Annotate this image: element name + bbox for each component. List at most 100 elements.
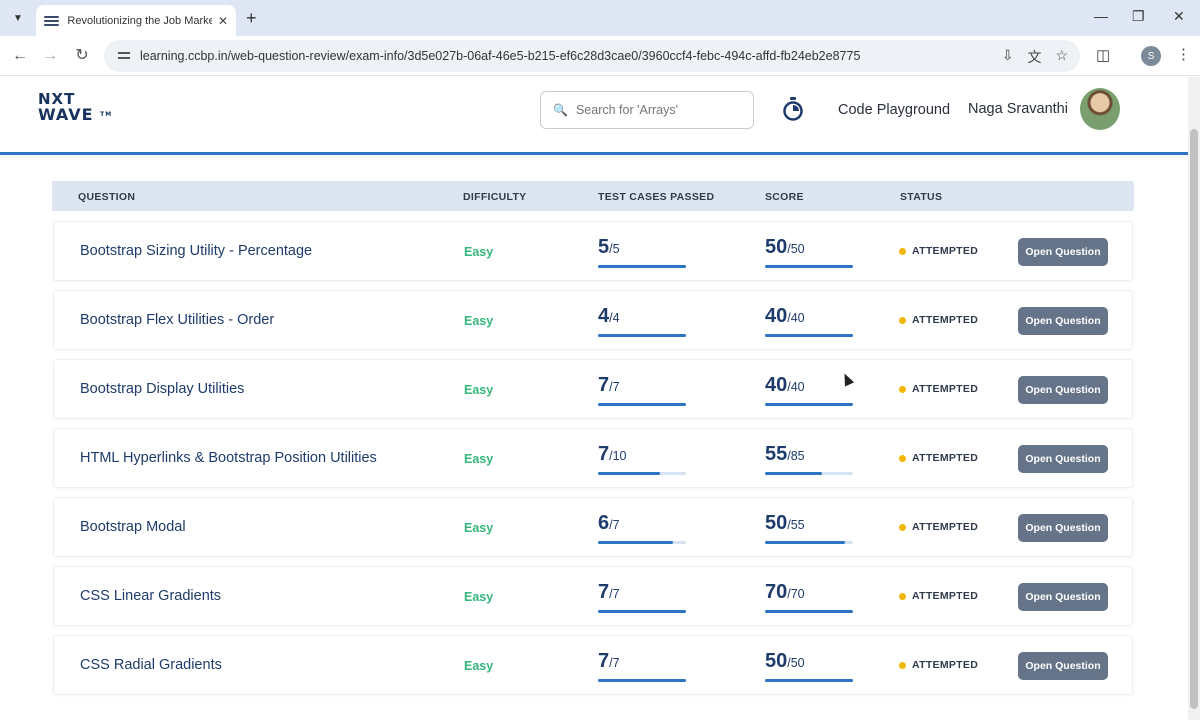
open-question-button[interactable]: Open Question <box>1018 652 1108 680</box>
status-dot-icon <box>899 523 906 531</box>
test-cases-metric: 7/7 <box>598 581 686 613</box>
search-box[interactable]: 🔍 <box>540 91 754 129</box>
bookmark-star-icon[interactable]: ☆ <box>1055 47 1068 67</box>
install-app-icon[interactable]: ⇩ <box>1002 47 1014 67</box>
test-cases-progress-bar <box>598 403 686 406</box>
score-metric: 50/50 <box>765 650 853 682</box>
open-question-button[interactable]: Open Question <box>1018 238 1108 266</box>
test-cases-progress-bar <box>598 610 686 613</box>
score-value: 70 <box>765 581 788 603</box>
new-tab-plus-icon[interactable]: + <box>246 8 257 28</box>
table-header: QUESTION DIFFICULTY TEST CASES PASSED SC… <box>52 181 1134 211</box>
logo-line2: WAVE <box>38 105 94 124</box>
score-progress-bar <box>765 679 853 682</box>
code-playground-link[interactable]: Code Playground <box>838 102 950 118</box>
score-value: 40 <box>765 305 788 327</box>
progress-fill <box>765 265 853 268</box>
open-question-button[interactable]: Open Question <box>1018 445 1108 473</box>
logo-tm: TM <box>100 111 113 118</box>
table-row: Bootstrap Display Utilities Easy 7/7 40/… <box>53 359 1133 419</box>
column-header-score: SCORE <box>765 191 804 203</box>
page-scrollbar[interactable] <box>1188 77 1200 720</box>
open-question-button[interactable]: Open Question <box>1018 583 1108 611</box>
test-cases-passed: 6 <box>598 512 610 534</box>
window-close-icon[interactable]: ✕ <box>1173 8 1185 25</box>
score-progress-bar <box>765 610 853 613</box>
extensions-puzzle-icon[interactable]: ◫ <box>1096 46 1110 64</box>
search-input[interactable] <box>575 103 746 117</box>
progress-fill <box>598 610 686 613</box>
score-value: 55 <box>765 443 788 465</box>
test-cases-total: /7 <box>609 518 620 532</box>
avatar[interactable] <box>1080 88 1120 130</box>
status-badge: ATTEMPTED <box>899 590 978 602</box>
restore-icon[interactable]: ❐ <box>1132 8 1145 25</box>
table-row: HTML Hyperlinks & Bootstrap Position Uti… <box>53 428 1133 488</box>
status-badge: ATTEMPTED <box>899 659 978 671</box>
open-question-button[interactable]: Open Question <box>1018 376 1108 404</box>
progress-fill <box>765 403 853 406</box>
status-dot-icon <box>899 592 906 600</box>
score-value: 40 <box>765 374 788 396</box>
question-title: CSS Linear Gradients <box>80 588 222 604</box>
difficulty-label: Easy <box>464 452 494 466</box>
status-text: ATTEMPTED <box>912 452 979 464</box>
app-header: NXT WAVE TM 🔍 Code Playground Naga Srava… <box>0 77 1188 155</box>
test-cases-metric: 5/5 <box>598 236 686 268</box>
progress-fill <box>765 679 853 682</box>
reload-icon[interactable]: ↻ <box>72 46 92 66</box>
test-cases-metric: 6/7 <box>598 512 686 544</box>
profile-avatar[interactable]: S <box>1141 46 1161 66</box>
browser-tab[interactable]: Revolutionizing the Job Market | N ✕ <box>36 5 236 36</box>
score-total: /50 <box>787 656 805 670</box>
question-title: Bootstrap Modal <box>80 519 186 535</box>
test-cases-passed: 7 <box>598 650 610 672</box>
status-text: ATTEMPTED <box>912 521 979 533</box>
site-settings-icon[interactable] <box>116 48 132 64</box>
progress-fill <box>598 679 686 682</box>
scrollbar-thumb[interactable] <box>1190 129 1198 709</box>
nxtwave-logo[interactable]: NXT WAVE TM <box>38 91 112 123</box>
score-value: 50 <box>765 650 788 672</box>
score-progress-bar <box>765 265 853 268</box>
progress-fill <box>598 472 660 475</box>
translate-icon[interactable]: 文 <box>1027 47 1041 67</box>
progress-fill <box>598 403 686 406</box>
forward-arrow-icon[interactable]: → <box>40 46 60 66</box>
difficulty-label: Easy <box>464 590 494 604</box>
stopwatch-icon[interactable] <box>782 97 804 121</box>
status-dot-icon <box>899 661 906 669</box>
column-header-difficulty: DIFFICULTY <box>463 191 527 203</box>
test-cases-progress-bar <box>598 679 686 682</box>
status-dot-icon <box>899 385 906 393</box>
score-total: /85 <box>787 449 805 463</box>
url-text[interactable]: learning.ccbp.in/web-question-review/exa… <box>140 49 860 63</box>
score-metric: 70/70 <box>765 581 853 613</box>
score-value: 50 <box>765 512 788 534</box>
status-badge: ATTEMPTED <box>899 383 978 395</box>
test-cases-total: /7 <box>609 380 620 394</box>
question-title: Bootstrap Display Utilities <box>80 381 245 397</box>
status-dot-icon <box>899 247 906 255</box>
column-header-question: QUESTION <box>78 191 136 203</box>
difficulty-label: Easy <box>464 521 494 535</box>
test-cases-metric: 7/7 <box>598 650 686 682</box>
minimize-icon[interactable]: — <box>1094 8 1108 24</box>
progress-fill <box>765 541 845 544</box>
browser-menu-icon[interactable]: ⋮ <box>1176 45 1191 63</box>
status-text: ATTEMPTED <box>912 590 979 602</box>
tab-search-chevron-icon[interactable]: ▼ <box>8 8 28 28</box>
column-header-status: STATUS <box>900 191 943 203</box>
tab-close-icon[interactable]: ✕ <box>218 14 228 28</box>
open-question-button[interactable]: Open Question <box>1018 514 1108 542</box>
column-header-test-cases: TEST CASES PASSED <box>598 191 715 203</box>
status-badge: ATTEMPTED <box>899 452 978 464</box>
score-total: /40 <box>787 311 805 325</box>
progress-fill <box>598 334 686 337</box>
test-cases-total: /10 <box>609 449 627 463</box>
open-question-button[interactable]: Open Question <box>1018 307 1108 335</box>
address-bar[interactable]: learning.ccbp.in/web-question-review/exa… <box>104 40 1080 72</box>
back-arrow-icon[interactable]: ← <box>10 46 30 66</box>
user-name[interactable]: Naga Sravanthi <box>968 101 1068 117</box>
progress-fill <box>765 610 853 613</box>
